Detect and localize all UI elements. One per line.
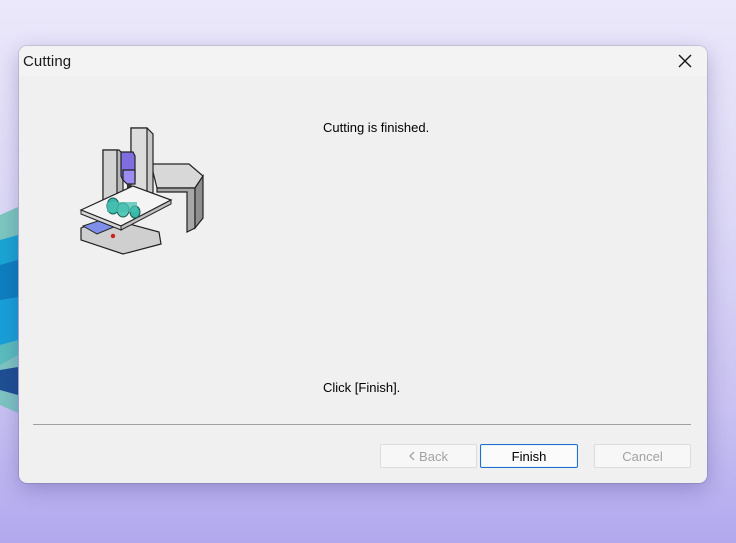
title-bar: Cutting	[19, 46, 707, 76]
back-button-label: Back	[419, 448, 448, 464]
finish-button-label: Finish	[511, 448, 547, 464]
window-title: Cutting	[23, 53, 72, 70]
close-button[interactable]	[663, 46, 707, 76]
back-button[interactable]: Back	[380, 444, 477, 468]
cancel-button-label: Cancel	[622, 448, 663, 464]
status-message: Cutting is finished.	[323, 120, 430, 135]
close-icon	[678, 54, 692, 68]
cancel-button[interactable]: Cancel	[594, 444, 691, 468]
chevron-left-icon	[409, 450, 415, 463]
cutting-dialog: Cutting Cutting is finished. Click [Fini…	[19, 46, 707, 483]
milling-machine-icon	[77, 122, 207, 256]
instruction-message: Click [Finish].	[323, 380, 401, 395]
separator	[33, 424, 691, 425]
finish-button[interactable]: Finish	[480, 444, 578, 468]
